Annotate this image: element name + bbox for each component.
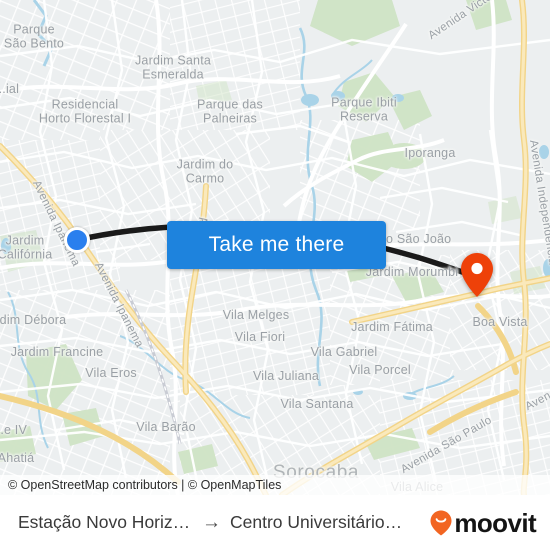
moovit-pin-icon xyxy=(430,510,452,535)
destination-label: Centro Universitário Face... xyxy=(230,512,405,532)
map-attribution[interactable]: © OpenStreetMap contributors | © OpenMap… xyxy=(0,475,550,495)
map-canvas[interactable]: Parque São Bento Jardim Santa Esmeralda … xyxy=(0,0,550,495)
origin-dot-marker[interactable] xyxy=(64,227,90,253)
trip-summary: Estação Novo Horizon... → Centro Univers… xyxy=(18,512,420,533)
destination-pin-icon[interactable] xyxy=(460,252,494,298)
origin-label: Estação Novo Horizon... xyxy=(18,512,193,532)
moovit-trip-map-screen: Parque São Bento Jardim Santa Esmeralda … xyxy=(0,0,550,550)
arrow-right-icon: → xyxy=(202,512,221,533)
trip-footer-bar: Estação Novo Horizon... → Centro Univers… xyxy=(0,495,550,550)
moovit-wordmark: moovit xyxy=(454,507,536,538)
moovit-logo[interactable]: moovit xyxy=(430,507,537,538)
take-me-there-button[interactable]: Take me there xyxy=(167,221,386,269)
